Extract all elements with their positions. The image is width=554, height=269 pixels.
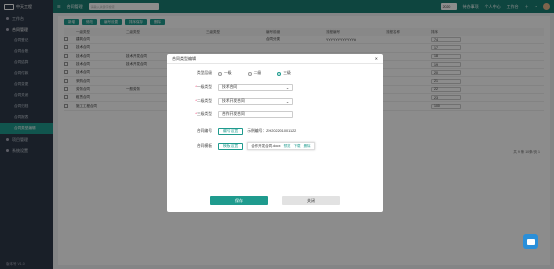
template-settings-button[interactable]: 模板设置	[218, 142, 244, 150]
type2-select[interactable]: 技术开发合同 ⌄	[218, 98, 293, 105]
chat-icon[interactable]	[523, 234, 538, 249]
type3-row: *三级类型 合作开发合同	[167, 111, 383, 118]
type3-input[interactable]: 合作开发合同	[218, 111, 293, 118]
close-button[interactable]: 关闭	[282, 196, 340, 205]
chevron-down-icon: ⌄	[285, 100, 289, 104]
type1-select[interactable]: 技术合同 ⌄	[218, 84, 293, 91]
level-radio-2[interactable]: 二级	[247, 71, 261, 76]
dialog-footer: 保存 关闭	[167, 196, 383, 205]
download-link[interactable]: 下载	[294, 144, 301, 149]
code-row: 合同编号 编号设置 示例编号：ZH202201001122	[196, 128, 297, 135]
template-row: 合同模板 模板设置 合作开发合同.docx 预览 下载 删除	[167, 142, 383, 150]
template-file: 合作开发合同.docx 预览 下载 删除	[247, 142, 315, 150]
code-preview: 示例编号：ZH202201001122	[247, 129, 297, 133]
dialog-header: 合同类型编辑 ✕	[167, 54, 383, 64]
dialog-title: 合同类型编辑	[172, 55, 196, 61]
delete-link[interactable]: 删除	[304, 144, 311, 149]
level-radio-3[interactable]: 三级	[277, 71, 291, 76]
code-settings-button[interactable]: 编号设置	[218, 128, 244, 135]
contract-type-edit-dialog: 合同类型编辑 ✕ 类型层级 一级 二级 三级 *一级类型 技术合同 ⌄ *二级类型…	[167, 54, 383, 212]
close-icon[interactable]: ✕	[375, 56, 378, 61]
chevron-down-icon: ⌄	[285, 86, 289, 90]
type1-row: *一级类型 技术合同 ⌄	[167, 84, 383, 91]
level-radio-1[interactable]: 一级	[218, 71, 232, 76]
preview-link[interactable]: 预览	[284, 144, 291, 149]
level-row: 类型层级 一级 二级 三级	[196, 71, 291, 76]
type2-row: *二级类型 技术开发合同 ⌄	[167, 98, 383, 105]
save-button[interactable]: 保存	[210, 196, 268, 205]
